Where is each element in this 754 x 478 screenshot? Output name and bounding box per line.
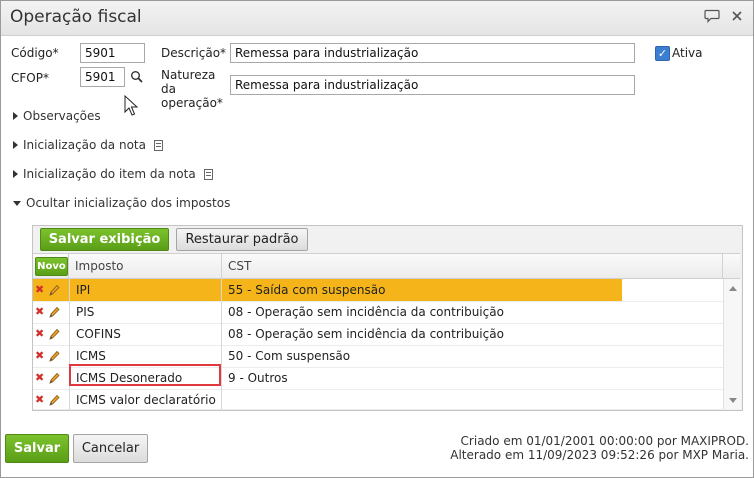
cfop-label: CFOP* xyxy=(11,71,49,85)
natureza-label: Natureza da operação* xyxy=(161,68,223,110)
scroll-down-icon[interactable] xyxy=(729,398,737,403)
dialog-title: Operação fiscal xyxy=(10,7,142,27)
edit-pencil-icon[interactable] xyxy=(48,328,60,341)
ativa-checkbox[interactable]: ✓ xyxy=(655,46,670,61)
cfop-input[interactable]: 5901 xyxy=(80,67,125,87)
title-icons xyxy=(704,8,745,24)
column-header-cst[interactable]: CST xyxy=(222,254,723,278)
edit-pencil-icon[interactable] xyxy=(48,394,60,407)
new-button[interactable]: Novo xyxy=(35,257,68,276)
section-observacoes[interactable]: Observações xyxy=(13,109,101,123)
dialog-window: Operação fiscal Código* 5901 CFOP* 5901 … xyxy=(0,0,754,478)
document-icon[interactable] xyxy=(153,139,163,151)
row-actions: ✖ xyxy=(33,389,69,411)
section-label: Inicialização da nota xyxy=(23,138,146,152)
natureza-label-line-3: operação* xyxy=(161,96,223,110)
section-label: Ocultar inicialização dos impostos xyxy=(26,196,231,210)
table-row[interactable]: ✖ IPI 55 - Saída com suspensão xyxy=(33,279,723,302)
edit-pencil-icon[interactable] xyxy=(48,284,60,297)
cell-cst: 55 - Saída com suspensão xyxy=(222,279,622,301)
delete-icon[interactable]: ✖ xyxy=(35,389,44,411)
row-actions: ✖ xyxy=(33,367,69,389)
collapse-arrow-icon xyxy=(13,200,21,206)
natureza-label-line-1: Natureza xyxy=(161,68,216,82)
delete-icon[interactable]: ✖ xyxy=(35,279,44,301)
edit-pencil-icon[interactable] xyxy=(48,306,60,319)
grid-scrollbar[interactable] xyxy=(723,279,741,409)
save-view-button[interactable]: Salvar exibição xyxy=(40,228,169,251)
ativa-label: Ativa xyxy=(672,46,703,60)
scroll-up-icon[interactable] xyxy=(729,286,737,291)
expand-arrow-icon xyxy=(13,170,18,178)
document-icon[interactable] xyxy=(203,168,213,180)
delete-icon[interactable]: ✖ xyxy=(35,345,44,367)
natureza-label-line-2: da xyxy=(161,82,176,96)
modified-info: Alterado em 11/09/2023 09:52:26 por MXP … xyxy=(450,448,749,462)
cell-imposto: COFINS xyxy=(69,323,222,345)
column-header-imposto[interactable]: Imposto xyxy=(69,254,222,278)
expand-arrow-icon xyxy=(13,141,18,149)
cell-imposto: PIS xyxy=(69,301,222,323)
cell-imposto: IPI xyxy=(69,279,222,301)
cell-imposto: ICMS valor declaratório xyxy=(69,389,222,411)
restore-default-button[interactable]: Restaurar padrão xyxy=(176,228,308,251)
row-actions: ✖ xyxy=(33,279,69,301)
table-row[interactable]: ✖ COFINS 08 - Operação sem incidência da… xyxy=(33,323,723,346)
cell-imposto: ICMS xyxy=(69,345,222,367)
search-icon[interactable] xyxy=(130,70,144,84)
descricao-input[interactable]: Remessa para industrialização xyxy=(230,43,635,63)
close-icon[interactable] xyxy=(729,8,745,24)
save-button[interactable]: Salvar xyxy=(5,434,69,463)
created-info: Criado em 01/01/2001 00:00:00 por MAXIPR… xyxy=(460,434,749,448)
row-actions: ✖ xyxy=(33,323,69,345)
descricao-label: Descrição* xyxy=(161,46,227,60)
cell-cst: 50 - Com suspensão xyxy=(228,349,351,363)
cell-cst: 9 - Outros xyxy=(228,371,288,385)
table-row[interactable]: ✖ ICMS 50 - Com suspensão xyxy=(33,345,723,368)
edit-pencil-icon[interactable] xyxy=(48,372,60,385)
table-row[interactable]: ✖ PIS 08 - Operação sem incidência da co… xyxy=(33,301,723,324)
speech-bubble-icon[interactable] xyxy=(704,8,720,24)
table-row[interactable]: ✖ ICMS Desonerado 9 - Outros xyxy=(33,367,723,390)
cell-cst xyxy=(222,389,622,411)
mouse-cursor-icon xyxy=(124,94,139,117)
codigo-input[interactable]: 5901 xyxy=(80,43,145,63)
cell-cst: 08 - Operação sem incidência da contribu… xyxy=(228,305,504,319)
row-actions: ✖ xyxy=(33,345,69,367)
impostos-grid: Novo Imposto CST ✖ IPI 55 - Saída com su… xyxy=(33,253,741,411)
header-actions: Novo xyxy=(33,254,69,278)
row-actions: ✖ xyxy=(33,301,69,323)
title-bar: Operação fiscal xyxy=(1,1,753,36)
delete-icon[interactable]: ✖ xyxy=(35,367,44,389)
grid-header: Novo Imposto CST xyxy=(33,254,740,279)
section-inicializacao-nota[interactable]: Inicialização da nota xyxy=(13,138,163,152)
section-label: Inicialização do item da nota xyxy=(23,167,196,181)
delete-icon[interactable]: ✖ xyxy=(35,323,44,345)
cell-cst: 08 - Operação sem incidência da contribu… xyxy=(228,327,504,341)
expand-arrow-icon xyxy=(13,112,18,120)
section-inicializacao-item[interactable]: Inicialização do item da nota xyxy=(13,167,213,181)
cancel-button[interactable]: Cancelar xyxy=(73,434,148,463)
section-impostos[interactable]: Ocultar inicialização dos impostos xyxy=(13,196,230,210)
edit-pencil-icon[interactable] xyxy=(48,350,60,363)
natureza-input[interactable]: Remessa para industrialização xyxy=(230,75,635,95)
delete-icon[interactable]: ✖ xyxy=(35,301,44,323)
codigo-label: Código* xyxy=(11,46,59,60)
table-row[interactable]: ✖ ICMS valor declaratório xyxy=(33,389,723,411)
section-label: Observações xyxy=(23,109,101,123)
cell-imposto: ICMS Desonerado xyxy=(69,367,222,389)
